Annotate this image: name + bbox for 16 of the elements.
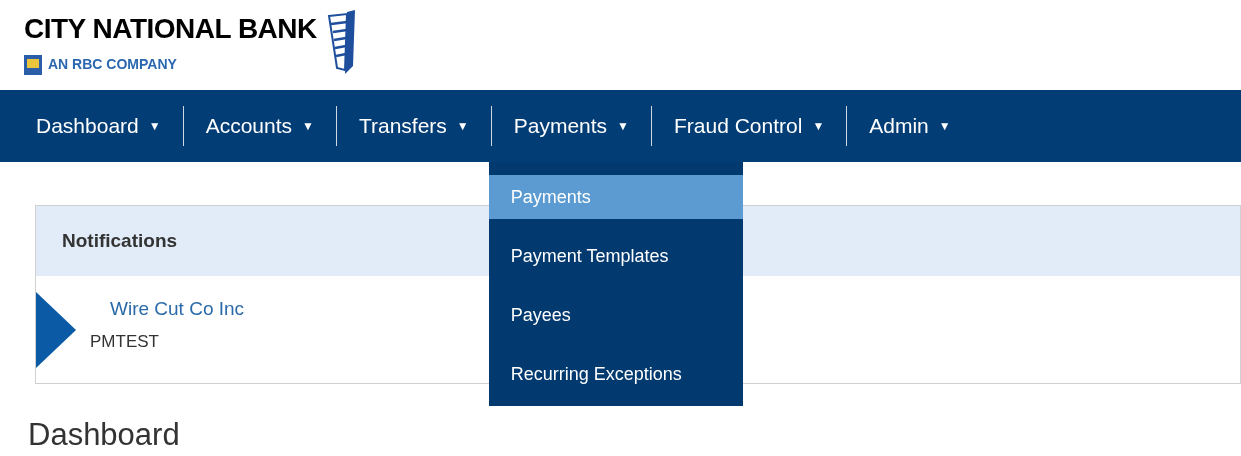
bank-name: CITY NATIONAL BANK	[24, 14, 317, 44]
triangle-marker-icon	[36, 291, 76, 368]
dropdown-item[interactable]: Payees	[488, 293, 743, 337]
nav-menu-item[interactable]: Fraud Control ▼	[652, 90, 847, 162]
tagline: AN RBC COMPANY	[48, 55, 177, 74]
page-title: Dashboard	[27, 416, 181, 454]
panel-title: Notifications	[62, 228, 178, 253]
dropdown-item[interactable]: Recurring Exceptions	[488, 352, 743, 396]
nav-menu-item[interactable]: Admin ▼	[847, 90, 973, 162]
nav-menu-item[interactable]: Transfers ▼	[336, 90, 491, 162]
dropdown-item[interactable]: Payment Templates	[488, 234, 743, 278]
nav-menu-item[interactable]: Dashboard ▼	[14, 90, 183, 162]
notification-link[interactable]: Wire Cut Co Inc	[110, 294, 245, 323]
nav-menu-item[interactable]: Accounts ▼	[183, 90, 336, 162]
notification-text: PMTEST	[90, 331, 160, 353]
nav-menu-item[interactable]: Payments ▼	[491, 90, 651, 162]
